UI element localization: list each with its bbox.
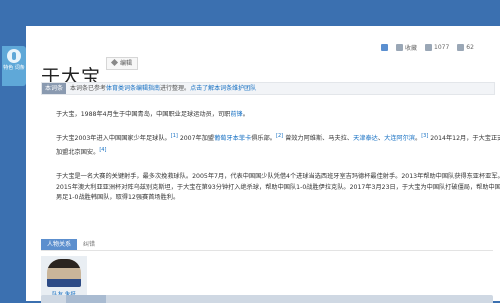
edit-label: 编辑 — [120, 60, 133, 67]
notice-guide-link[interactable]: 体育类词条编辑指南 — [106, 85, 160, 92]
notice-text: 本词条已参考 — [70, 85, 107, 92]
special-entry-button[interactable]: 特色 词条 — [2, 46, 26, 86]
career-paragraph: 于大宝2003年进入中国国家少年足球队。[1] 2007年加盟葡萄牙本菲卡俱乐部… — [56, 131, 500, 158]
share-count: 62 — [466, 43, 474, 51]
share-button[interactable]: 62 — [457, 43, 474, 51]
relations-tabs: 人物关系 纠错 — [41, 239, 101, 250]
like-button[interactable]: 1077 — [425, 43, 450, 51]
link-benfica[interactable]: 葡萄牙本菲卡 — [214, 135, 251, 142]
notice-bar: 本词条 本词条已参考体育类词条编辑指南进行整理。点击了解本词条维护团队 — [41, 82, 495, 95]
add-icon — [381, 43, 388, 51]
achievements-paragraph: 于大宝是一名大赛的关键射手，最多次挽救球队。2005年7月，代表中国国少队凭借4… — [56, 173, 500, 201]
special-entry-icon — [7, 49, 21, 63]
tab-correction[interactable]: 纠错 — [77, 239, 101, 250]
citation-4[interactable]: [4] — [99, 147, 106, 153]
text-span: 俱乐部。 — [251, 135, 276, 143]
star-icon — [396, 43, 403, 51]
favorite-label: 收藏 — [405, 44, 418, 52]
section-nav-block[interactable] — [66, 295, 106, 303]
avatar — [47, 259, 81, 287]
text-span: 曾效力阿维斯、马夫拉、 — [285, 135, 354, 143]
left-sidebar: 特色 词条 — [0, 0, 26, 301]
text-span: 于大宝，1988年4月生于中国青岛，中国职业足球运动员，司职 — [56, 111, 231, 118]
section-nav-bar — [41, 295, 493, 303]
like-count: 1077 — [434, 43, 450, 51]
divider — [41, 250, 493, 251]
thumbs-up-icon — [425, 43, 433, 51]
citation-2[interactable]: [2] — [276, 133, 283, 139]
pencil-icon — [110, 58, 119, 67]
share-icon — [457, 43, 465, 51]
citation-1[interactable]: [1] — [171, 133, 178, 139]
text-span: 。 — [242, 111, 249, 118]
notice-text2: 进行整理。 — [160, 85, 191, 92]
intro-paragraph: 于大宝，1988年4月生于中国青岛，中国职业足球运动员，司职前锋。 — [56, 110, 500, 121]
article-toolbar: 收藏 1077 62 — [381, 41, 474, 53]
citation-3[interactable]: [3] — [421, 133, 428, 139]
link-forward[interactable]: 前锋 — [230, 111, 242, 118]
article-page: 收藏 1077 62 于大宝 编辑 本词条 本词条已参考体育类词条编辑指南进行整理… — [26, 26, 500, 303]
edit-button[interactable]: 编辑 — [106, 57, 139, 70]
text-span: 2007年加盟 — [179, 135, 215, 143]
favorite-button[interactable]: 收藏 — [396, 43, 417, 52]
notice-team-link[interactable]: 点击了解本词条维护团队 — [190, 85, 256, 92]
add-button[interactable] — [381, 43, 388, 51]
link-tianjin-teda[interactable]: 天津泰达 — [353, 135, 378, 142]
special-entry-label: 特色 词条 — [3, 65, 25, 71]
tab-relations[interactable]: 人物关系 — [41, 239, 78, 250]
notice-tag: 本词条 — [42, 83, 67, 94]
text-span: 于大宝2003年进入中国国家少年足球队。 — [56, 135, 171, 143]
avatar-shirt — [47, 279, 81, 287]
link-dalian-aerbin[interactable]: 大连阿尔滨 — [384, 135, 415, 142]
avatar-hair — [47, 259, 81, 268]
